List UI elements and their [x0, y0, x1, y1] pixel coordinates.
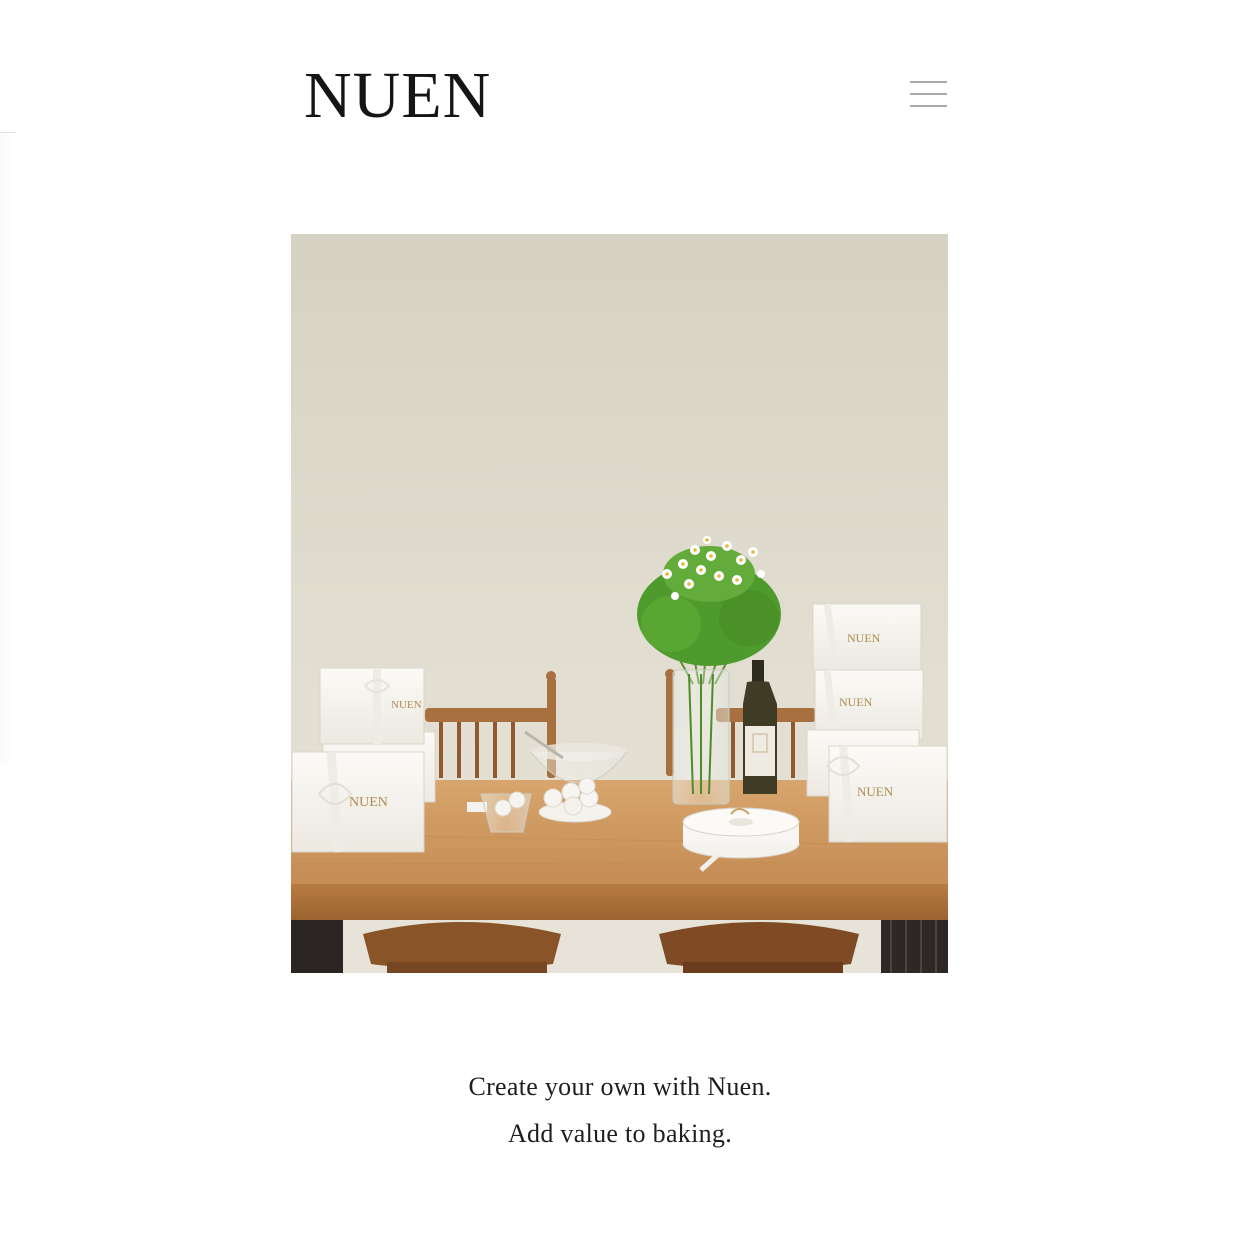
box-label: NUEN — [349, 795, 388, 810]
menu-line-top — [910, 81, 947, 83]
left-edge-shade — [0, 133, 15, 763]
box-label: NUEN — [839, 695, 873, 709]
box-label: NUEN — [847, 631, 881, 645]
menu-line-middle — [910, 93, 947, 95]
site-logo[interactable]: NUEN — [304, 58, 491, 134]
hamburger-menu-icon[interactable] — [906, 76, 952, 112]
menu-line-bottom — [910, 105, 947, 107]
box-label: NUEN — [391, 699, 422, 711]
tagline-line-1: Create your own with Nuen. — [468, 1072, 772, 1101]
tagline-line-2: Add value to baking. — [507, 1119, 733, 1148]
hero-image: NUEN NUEN NUEN NUEN NUEN — [291, 234, 948, 973]
box-label: NUEN — [857, 784, 894, 799]
